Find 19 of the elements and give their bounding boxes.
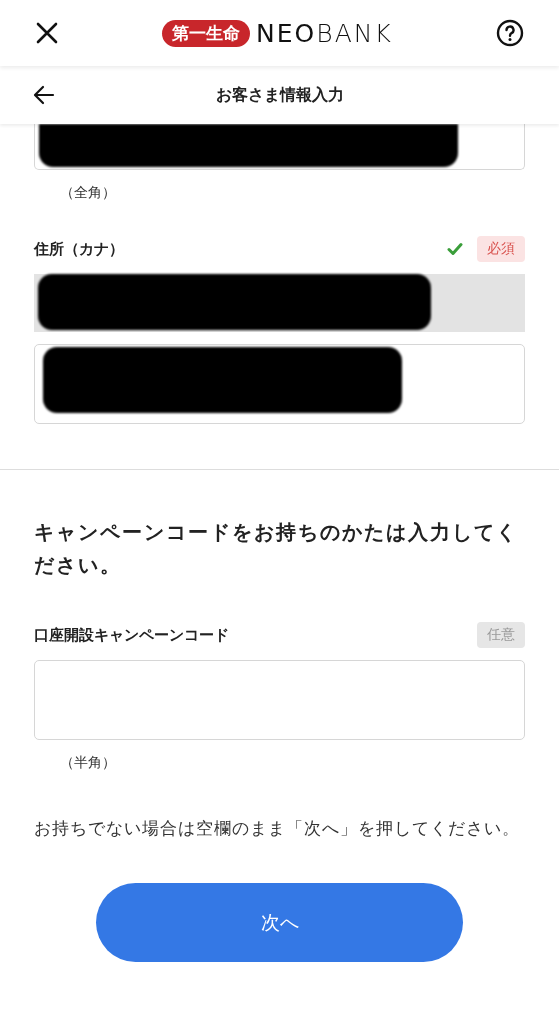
input-field[interactable] xyxy=(34,124,525,170)
input-field[interactable] xyxy=(34,344,525,424)
field-note: （全角） xyxy=(60,184,117,202)
field-label: 住所（カナ） xyxy=(34,239,124,259)
next-button[interactable]: 次へ xyxy=(96,883,463,962)
logo-badge: 第一生命 xyxy=(162,19,251,47)
input-field[interactable] xyxy=(34,660,525,740)
logo-text: NEOBANK xyxy=(256,18,393,48)
back-arrow-icon[interactable] xyxy=(32,83,56,107)
hint-text: お持ちでない場合は空欄のまま「次へ」を押してください。 xyxy=(34,817,521,840)
field-note: （半角） xyxy=(60,754,117,772)
input-field[interactable] xyxy=(34,274,525,332)
optional-badge: 任意 xyxy=(477,622,525,648)
close-icon[interactable] xyxy=(35,21,59,45)
required-badge: 必須 xyxy=(477,236,525,262)
help-icon[interactable] xyxy=(496,19,524,47)
page-title: お客さま情報入力 xyxy=(215,84,344,106)
section-heading: キャンペーンコードをお持ちのかたは入力してください。 xyxy=(34,519,519,579)
field-label: 口座開設キャンペーンコード xyxy=(34,625,229,645)
